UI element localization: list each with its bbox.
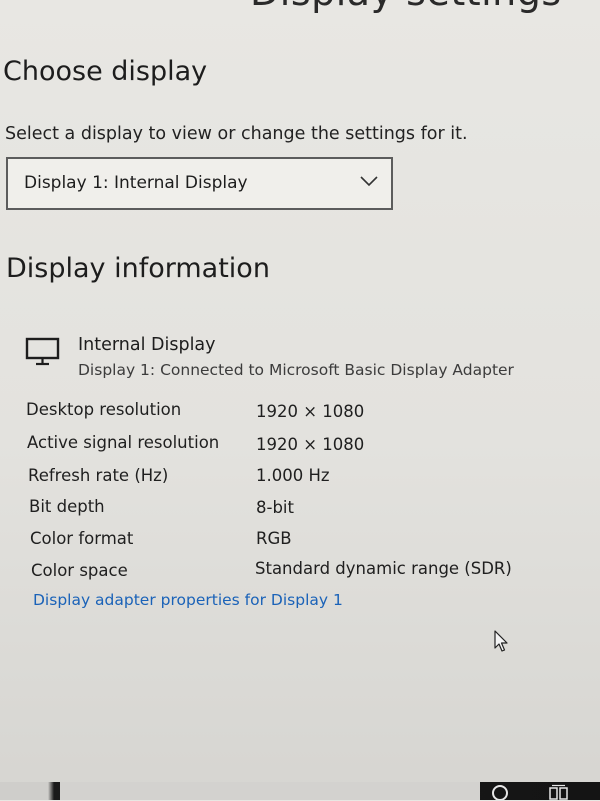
- refresh-rate-label: Refresh rate (Hz): [28, 466, 169, 485]
- display-adapter-properties-link[interactable]: Display adapter properties for Display 1: [33, 591, 343, 609]
- cortana-circle-icon[interactable]: [492, 785, 508, 801]
- refresh-rate-value: 1.000 Hz: [256, 466, 330, 485]
- display-information-heading: Display information: [6, 253, 270, 284]
- taskbar-search-area[interactable]: [60, 782, 480, 800]
- color-space-label: Color space: [31, 561, 128, 580]
- display-select-value: Display 1: Internal Display: [24, 173, 248, 193]
- bit-depth-label: Bit depth: [29, 497, 105, 516]
- color-format-value: RGB: [256, 529, 292, 548]
- desktop-resolution-label: Desktop resolution: [26, 400, 182, 419]
- choose-display-heading: Choose display: [3, 56, 208, 87]
- taskbar: [0, 782, 600, 801]
- choose-display-prompt: Select a display to view or change the s…: [5, 124, 468, 144]
- chevron-down-icon: [360, 176, 378, 187]
- display-select-dropdown[interactable]: Display 1: Internal Display: [6, 157, 393, 210]
- desktop-resolution-value: 1920 × 1080: [256, 402, 365, 421]
- color-space-value: Standard dynamic range (SDR): [255, 559, 512, 578]
- mouse-cursor-icon: [494, 630, 508, 652]
- color-format-label: Color format: [30, 529, 134, 548]
- active-signal-resolution-value: 1920 × 1080: [256, 435, 365, 454]
- task-view-icon[interactable]: [548, 784, 570, 800]
- window-title: Display settings: [250, 0, 562, 14]
- monitor-icon: [25, 337, 60, 366]
- device-connection-info: Display 1: Connected to Microsoft Basic …: [78, 361, 514, 379]
- bit-depth-value: 8-bit: [256, 498, 294, 517]
- active-signal-resolution-label: Active signal resolution: [27, 433, 220, 452]
- device-name: Internal Display: [78, 335, 216, 355]
